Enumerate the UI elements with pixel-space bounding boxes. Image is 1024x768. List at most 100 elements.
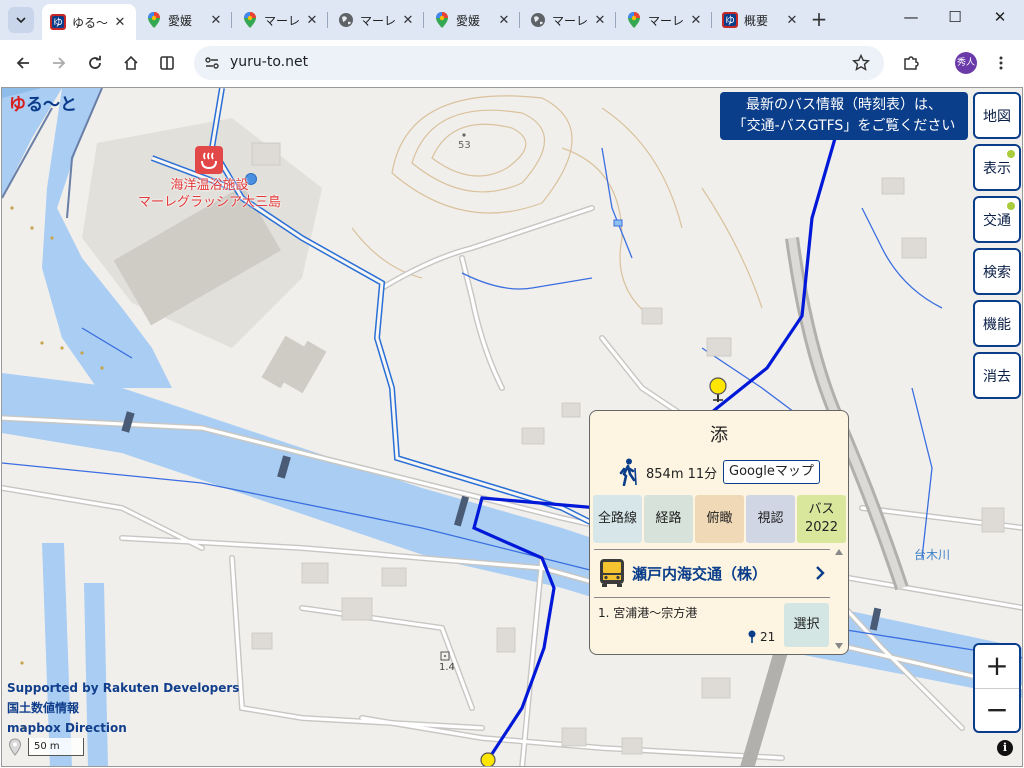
spot-elevation-label: 1.4 — [439, 662, 455, 673]
all-routes-button[interactable]: 全路線 — [593, 495, 642, 543]
tab-5[interactable]: マーレ ✕ — [522, 4, 616, 36]
tab-title: ゆる〜 — [72, 15, 109, 30]
svg-text:ゆ: ゆ — [725, 15, 735, 27]
tab-title: 概要 — [744, 13, 769, 28]
google-maps-button[interactable]: Googleマップ — [723, 460, 820, 484]
profile-avatar[interactable]: 秀人 — [955, 52, 977, 74]
book-icon — [160, 56, 174, 70]
functions-button[interactable]: 機能 — [973, 300, 1021, 347]
close-icon[interactable]: ✕ — [496, 13, 512, 28]
tab-7[interactable]: ゆ 概要 ✕ — [714, 4, 808, 36]
overview-button[interactable]: 俯瞰 — [695, 495, 744, 543]
map-button[interactable]: 地図 — [973, 92, 1021, 139]
select-button[interactable]: 選択 — [784, 603, 829, 647]
side-button-label: 機能 — [983, 316, 1011, 333]
browser-menu-button[interactable] — [989, 51, 1013, 75]
route-button[interactable]: 経路 — [644, 495, 693, 543]
credit-line[interactable]: mapbox Direction — [7, 718, 239, 738]
arrow-right-icon — [53, 57, 66, 69]
notice-line1: 最新のバス情報（時刻表）は、 — [746, 97, 942, 113]
pin-icon — [748, 630, 756, 643]
back-button[interactable] — [11, 51, 35, 75]
tab-title: マーレ — [360, 13, 397, 28]
credit-line[interactable]: 国土数値情報 — [7, 698, 239, 718]
close-icon[interactable]: ✕ — [592, 13, 608, 28]
reload-button[interactable] — [83, 51, 107, 75]
logo-part1: ゆ — [9, 95, 26, 115]
site-logo[interactable]: ゆる〜と — [9, 90, 77, 115]
tab-title: マーレ — [648, 13, 685, 28]
globe-favicon — [530, 12, 546, 28]
minimize-button[interactable]: — — [896, 8, 926, 30]
reading-mode-button[interactable] — [155, 51, 179, 75]
transit-button[interactable]: 交通 — [973, 196, 1021, 243]
attribution-info-icon[interactable]: i — [997, 740, 1013, 756]
bus-icon — [600, 559, 624, 587]
reload-icon — [89, 55, 101, 69]
tab-1[interactable]: 愛媛 ✕ — [138, 4, 232, 36]
route-item[interactable]: 1. 宮浦港〜宗方港 — [598, 604, 697, 621]
new-tab-button[interactable]: + — [808, 8, 830, 30]
credit-line[interactable]: Supported by Rakuten Developers — [7, 678, 239, 698]
home-button[interactable] — [119, 51, 143, 75]
zoom-control: + − — [973, 643, 1021, 733]
bookmark-star-icon[interactable] — [852, 54, 870, 72]
address-bar[interactable]: yuru-to.net — [194, 46, 884, 80]
search-button[interactable]: 検索 — [973, 248, 1021, 295]
side-button-label: 表示 — [983, 160, 1011, 177]
scale-bar: 50 m — [28, 738, 84, 756]
google-maps-favicon — [434, 12, 450, 28]
display-button[interactable]: 表示 — [973, 144, 1021, 191]
stop-count: 21 — [748, 630, 775, 644]
location-pin-icon[interactable] — [8, 738, 22, 756]
maximize-button[interactable]: ☐ — [940, 8, 970, 30]
extensions-button[interactable] — [899, 51, 923, 75]
close-icon[interactable]: ✕ — [688, 13, 704, 28]
site-info-icon[interactable] — [204, 55, 220, 71]
chevron-down-icon — [16, 17, 26, 24]
hot-spring-icon[interactable] — [195, 146, 223, 174]
close-window-button[interactable]: ✕ — [985, 8, 1015, 30]
zoom-in-button[interactable]: + — [975, 645, 1019, 688]
walk-text: 854m 11分 — [646, 466, 718, 482]
forward-button[interactable] — [47, 51, 71, 75]
operator-row[interactable]: 瀬戸内海交通（株） — [598, 555, 826, 591]
home-icon — [124, 55, 138, 70]
close-icon[interactable]: ✕ — [304, 13, 320, 28]
close-icon[interactable]: ✕ — [112, 15, 128, 30]
tab-4[interactable]: 愛媛 ✕ — [426, 4, 520, 36]
poi-label-line1: 海洋温浴施設 — [170, 178, 249, 193]
url-text: yuru-to.net — [230, 54, 309, 70]
browser-toolbar: yuru-to.net 秀人 — [0, 40, 1024, 86]
clear-button[interactable]: 消去 — [973, 352, 1021, 399]
divider — [594, 549, 830, 550]
popup-scrollbar[interactable] — [834, 547, 844, 651]
puzzle-icon — [904, 56, 919, 70]
map-credits: Supported by Rakuten Developers 国土数値情報 m… — [7, 678, 239, 738]
map-canvas[interactable]: ゆる〜と 海洋温浴施設 マーレグラッシア大三島 53 1.4 台木川 最新のバス… — [1, 87, 1023, 767]
side-button-label: 検索 — [983, 264, 1011, 281]
tab-search-button[interactable] — [8, 7, 34, 33]
poi-label[interactable]: 海洋温浴施設 マーレグラッシア大三島 — [138, 177, 281, 211]
tab-title: マーレ — [552, 13, 589, 28]
close-icon[interactable]: ✕ — [208, 13, 224, 28]
side-button-label: 地図 — [983, 108, 1011, 125]
hiker-icon — [619, 458, 637, 486]
tab-0[interactable]: ゆ ゆる〜 ✕ — [42, 4, 136, 40]
more-vert-icon — [999, 56, 1003, 70]
stop-name: 添 — [710, 425, 728, 446]
google-maps-favicon — [146, 12, 162, 28]
side-button-label: 消去 — [983, 368, 1011, 385]
zoom-out-button[interactable]: − — [975, 689, 1019, 732]
tab-6[interactable]: マーレ ✕ — [618, 4, 712, 36]
visibility-button[interactable]: 視認 — [746, 495, 795, 543]
close-icon[interactable]: ✕ — [400, 13, 416, 28]
stop-count-value: 21 — [760, 630, 776, 644]
tab-3[interactable]: マーレ ✕ — [330, 4, 424, 36]
bus-notice-banner[interactable]: 最新のバス情報（時刻表）は、 「交通-バスGTFS」をご覧ください — [720, 92, 968, 140]
bus-2022-button[interactable]: バス 2022 — [797, 495, 846, 543]
yuruto-favicon: ゆ — [722, 12, 738, 28]
tab-2[interactable]: マーレ ✕ — [234, 4, 328, 36]
bus-stop-popup: 添 854m 11分 Googleマップ 全路線 経路 俯瞰 視認 バス 202… — [589, 410, 849, 655]
close-icon[interactable]: ✕ — [784, 13, 800, 28]
